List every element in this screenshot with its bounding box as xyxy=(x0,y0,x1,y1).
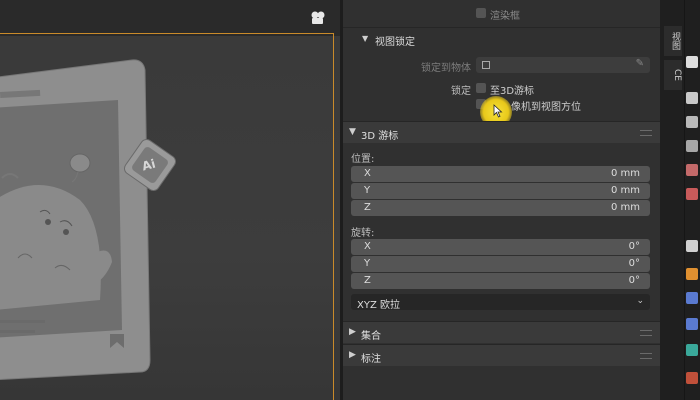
chevron-right-icon: ▶ xyxy=(349,350,356,360)
3d-viewport[interactable]: Ai xyxy=(0,0,340,400)
chevron-down-icon: ⌄ xyxy=(636,296,644,306)
view-lock-header[interactable]: ▼ 视图锁定 xyxy=(343,30,660,50)
lock-to-object-row: 锁定到物体 ✎ xyxy=(343,57,660,74)
collections-panel-header[interactable]: ▶ 集合 xyxy=(343,321,660,343)
location-x-value: 0 mm xyxy=(610,168,640,179)
particles-icon[interactable] xyxy=(686,318,698,330)
cursor-panel-title: 3D 游标 xyxy=(361,131,399,142)
location-z-field[interactable]: Z 0 mm xyxy=(351,200,650,216)
rotation-label-row: 旋转: xyxy=(343,224,660,239)
lock-object-field[interactable]: ✎ xyxy=(476,57,650,73)
mouse-pointer-icon xyxy=(493,104,503,118)
location-y-value: 0 mm xyxy=(610,185,640,196)
camera-icon[interactable] xyxy=(310,10,326,26)
tab-view[interactable]: 视图 xyxy=(664,26,682,56)
sidebar-panel: 渲染框 ▼ 视图锁定 锁定到物体 ✎ 锁定 至3D游标 像机到视图方位 ▼ 3D… xyxy=(343,0,660,400)
to-3d-cursor-label: 至3D游标 xyxy=(490,86,535,97)
world-icon[interactable] xyxy=(686,188,698,200)
physics-icon[interactable] xyxy=(686,344,698,356)
axis-label: X xyxy=(364,241,371,252)
rotation-y-field[interactable]: Y 0° xyxy=(351,256,650,272)
modifier-icon[interactable] xyxy=(686,292,698,304)
divider xyxy=(343,27,660,28)
render-region-row[interactable]: 渲染框 xyxy=(343,6,660,22)
chevron-right-icon: ▶ xyxy=(349,327,356,337)
tool-icon[interactable] xyxy=(686,56,698,68)
lock-row: 锁定 至3D游标 xyxy=(343,80,660,97)
properties-tab-strip: 视图 CE xyxy=(660,0,700,400)
axis-label: X xyxy=(364,168,371,179)
rotation-z-field[interactable]: Z 0° xyxy=(351,273,650,289)
location-z-value: 0 mm xyxy=(610,202,640,213)
axis-label: Z xyxy=(364,202,371,213)
drag-grip-icon[interactable] xyxy=(640,353,652,359)
rotation-mode-dropdown[interactable]: XYZ 欧拉 ⌄ xyxy=(351,294,650,311)
axis-label: Z xyxy=(364,275,371,286)
chevron-down-icon: ▼ xyxy=(362,34,369,43)
rotation-x-value: 0° xyxy=(628,241,640,252)
camera-frame-border xyxy=(0,33,334,400)
render-region-label: 渲染框 xyxy=(490,11,520,22)
eyedropper-icon[interactable]: ✎ xyxy=(636,58,644,69)
constraints-icon[interactable] xyxy=(686,372,698,384)
rotation-z-value: 0° xyxy=(628,275,640,286)
rotation-label: 旋转: xyxy=(351,228,375,239)
chevron-down-icon: ▼ xyxy=(349,127,356,137)
rotation-x-field[interactable]: X 0° xyxy=(351,239,650,255)
checkbox[interactable] xyxy=(476,8,486,18)
axis-label: Y xyxy=(364,258,371,269)
location-label: 位置: xyxy=(351,154,375,165)
collection-icon[interactable] xyxy=(686,240,698,252)
object-icon[interactable] xyxy=(686,268,698,280)
view-layer-icon[interactable] xyxy=(686,140,698,152)
render-icon[interactable] xyxy=(686,92,698,104)
annotations-title: 标注 xyxy=(361,354,381,365)
location-label-row: 位置: xyxy=(343,150,660,165)
cursor-panel-header[interactable]: ▼ 3D 游标 xyxy=(343,121,660,143)
strip-divider xyxy=(684,0,685,400)
axis-label: Y xyxy=(364,185,371,196)
location-y-field[interactable]: Y 0 mm xyxy=(351,183,650,199)
drag-grip-icon[interactable] xyxy=(640,330,652,336)
camera-to-view-label: 像机到视图方位 xyxy=(511,102,581,113)
location-x-field[interactable]: X 0 mm xyxy=(351,166,650,182)
collections-title: 集合 xyxy=(361,331,381,342)
scene-icon[interactable] xyxy=(686,164,698,176)
lock-to-object-label: 锁定到物体 xyxy=(421,63,471,74)
object-icon xyxy=(482,61,490,69)
lock-label: 锁定 xyxy=(451,86,471,97)
annotations-panel-header[interactable]: ▶ 标注 xyxy=(343,344,660,366)
rotation-mode-value: XYZ 欧拉 xyxy=(357,300,400,311)
tab-ce[interactable]: CE xyxy=(664,60,682,90)
rotation-y-value: 0° xyxy=(628,258,640,269)
view-lock-title: 视图锁定 xyxy=(375,37,415,48)
drag-grip-icon[interactable] xyxy=(640,130,652,136)
checkbox-3d-cursor[interactable] xyxy=(476,83,486,93)
output-icon[interactable] xyxy=(686,116,698,128)
